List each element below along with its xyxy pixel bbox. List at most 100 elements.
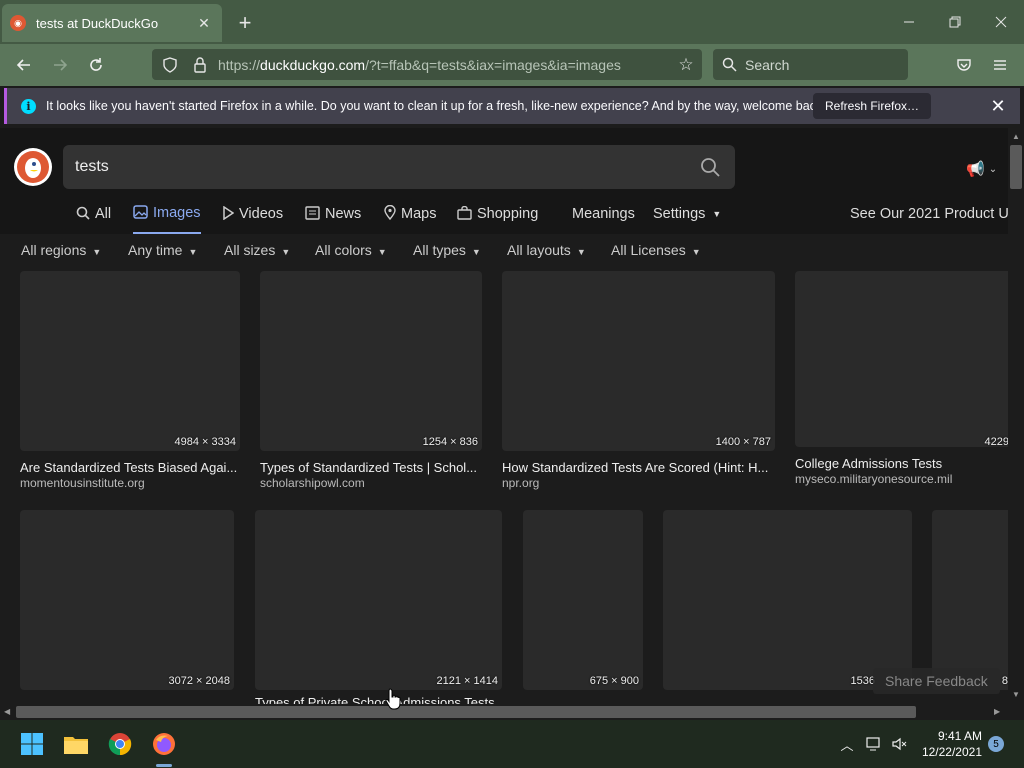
filter-color[interactable]: All colors ▼ bbox=[315, 242, 387, 258]
image-thumbnail[interactable] bbox=[20, 510, 234, 690]
forward-button[interactable] bbox=[46, 51, 74, 79]
image-thumbnail[interactable] bbox=[932, 510, 1008, 690]
notification-text: It looks like you haven't started Firefo… bbox=[46, 99, 826, 113]
url-text[interactable]: https://duckduckgo.com/?t=ffab&q=tests&i… bbox=[218, 57, 672, 73]
tab-meanings[interactable]: Meanings bbox=[572, 194, 635, 234]
image-source[interactable]: momentousinstitute.org bbox=[20, 476, 240, 490]
image-thumbnail[interactable] bbox=[795, 271, 1008, 447]
firefox-button[interactable] bbox=[146, 726, 182, 762]
tab-news[interactable]: News bbox=[305, 194, 361, 234]
speaker-muted-icon[interactable] bbox=[890, 734, 910, 754]
filter-time[interactable]: Any time ▼ bbox=[128, 242, 197, 258]
arrow-left-icon bbox=[16, 59, 30, 71]
image-dimensions: 3072 × 2048 bbox=[168, 675, 230, 687]
image-result[interactable]: 2121 × 1414 Types of Private School Admi… bbox=[255, 510, 502, 704]
lock-icon[interactable] bbox=[188, 53, 212, 77]
image-title[interactable]: Are Standardized Tests Biased Agai... bbox=[20, 460, 240, 475]
tab-shopping[interactable]: Shopping bbox=[457, 194, 538, 234]
ddg-search-box[interactable]: tests bbox=[63, 145, 735, 189]
file-explorer-button[interactable] bbox=[58, 726, 94, 762]
scroll-down-icon[interactable]: ▼ bbox=[1012, 690, 1020, 699]
filter-region[interactable]: All regions ▼ bbox=[21, 242, 101, 258]
scroll-left-icon[interactable]: ◀ bbox=[4, 707, 10, 716]
chrome-button[interactable] bbox=[102, 726, 138, 762]
system-clock[interactable]: 9:41 AM 12/22/2021 bbox=[912, 728, 982, 760]
filter-type[interactable]: All types ▼ bbox=[413, 242, 481, 258]
settings-dropdown[interactable]: Settings ▼ bbox=[653, 194, 721, 234]
caret-down-icon: ▼ bbox=[576, 247, 586, 257]
reload-button[interactable] bbox=[82, 51, 110, 79]
close-notification-icon[interactable]: ✕ bbox=[986, 94, 1010, 118]
image-title[interactable]: College Admissions Tests bbox=[795, 456, 1008, 471]
ddg-search-icon[interactable] bbox=[695, 152, 725, 182]
tab-images[interactable]: Images bbox=[133, 194, 201, 234]
image-title[interactable]: Types of Private School Admissions Tests bbox=[255, 695, 502, 704]
filter-license[interactable]: All Licenses ▼ bbox=[611, 242, 701, 258]
product-update-link[interactable]: See Our 2021 Product Up bbox=[850, 194, 1008, 234]
tab-all[interactable]: All bbox=[76, 194, 111, 234]
browser-toolbar: https://duckduckgo.com/?t=ffab&q=tests&i… bbox=[0, 44, 1024, 86]
image-result[interactable]: 3072 × 2048 bbox=[20, 510, 234, 704]
start-button[interactable] bbox=[14, 726, 50, 762]
filter-label: All types bbox=[413, 242, 466, 258]
notification-badge[interactable]: 5 bbox=[988, 736, 1004, 752]
pocket-icon bbox=[957, 59, 971, 71]
image-source[interactable]: myseco.militaryonesource.mil bbox=[795, 472, 1008, 486]
image-source[interactable]: npr.org bbox=[502, 476, 775, 490]
back-button[interactable] bbox=[10, 51, 38, 79]
horizontal-scroll-thumb[interactable] bbox=[16, 706, 916, 718]
vertical-scroll-thumb[interactable] bbox=[1010, 145, 1022, 189]
image-result[interactable]: 1400 × 787 How Standardized Tests Are Sc… bbox=[502, 271, 775, 491]
filter-layout[interactable]: All layouts ▼ bbox=[507, 242, 586, 258]
notification-bar: i It looks like you haven't started Fire… bbox=[4, 88, 1020, 124]
image-result[interactable]: 1254 × 836 Types of Standardized Tests |… bbox=[260, 271, 482, 491]
address-bar[interactable]: https://duckduckgo.com/?t=ffab&q=tests&i… bbox=[152, 49, 702, 80]
image-result[interactable]: 4984 × 3334 Are Standardized Tests Biase… bbox=[20, 271, 240, 491]
caret-down-icon: ▼ bbox=[712, 209, 722, 219]
image-thumbnail[interactable] bbox=[20, 271, 240, 451]
close-window-button[interactable] bbox=[986, 8, 1016, 36]
caret-down-icon: ▼ bbox=[188, 247, 198, 257]
minimize-button[interactable] bbox=[894, 8, 924, 36]
image-result[interactable]: 675 × 900 bbox=[523, 510, 643, 704]
menu-button[interactable] bbox=[986, 51, 1014, 79]
image-title[interactable]: Types of Standardized Tests | Schol... bbox=[260, 460, 482, 475]
search-verticals: All Images Videos News Maps Shopping Mea… bbox=[0, 194, 1008, 234]
image-thumbnail[interactable] bbox=[502, 271, 775, 451]
tab-maps[interactable]: Maps bbox=[384, 194, 436, 234]
image-dimensions: 675 × 900 bbox=[589, 675, 639, 687]
refresh-firefox-button[interactable]: Refresh Firefox… bbox=[813, 93, 932, 119]
search-bar[interactable]: Search bbox=[713, 49, 908, 80]
caret-down-icon: ▼ bbox=[281, 247, 291, 257]
filter-size[interactable]: All sizes ▼ bbox=[224, 242, 290, 258]
new-tab-button[interactable]: + bbox=[232, 10, 258, 36]
url-scheme: https:// bbox=[218, 56, 261, 73]
chevron-up-icon[interactable]: ︿ bbox=[837, 734, 857, 754]
image-source[interactable]: scholarshipowl.com bbox=[260, 476, 482, 490]
vertical-scrollbar[interactable]: ▲ ▼ bbox=[1008, 128, 1024, 704]
bookmark-star-icon[interactable]: ☆ bbox=[672, 51, 700, 79]
browser-tab[interactable]: ◉ tests at DuckDuckGo ✕ bbox=[2, 4, 222, 42]
search-icon bbox=[717, 53, 741, 77]
tab-videos[interactable]: Videos bbox=[222, 194, 283, 234]
duckduckgo-logo[interactable] bbox=[14, 148, 52, 186]
shield-icon[interactable] bbox=[158, 53, 182, 77]
image-thumbnail[interactable] bbox=[663, 510, 912, 690]
horizontal-scrollbar[interactable]: ◀ ▶ bbox=[0, 704, 1008, 720]
scroll-right-icon[interactable]: ▶ bbox=[994, 707, 1000, 716]
caret-down-icon: ▼ bbox=[471, 247, 481, 257]
megaphone-menu[interactable]: 📢 ⌄ bbox=[966, 158, 1008, 180]
share-feedback-button[interactable]: Share Feedback bbox=[873, 668, 1000, 694]
image-thumbnail[interactable] bbox=[255, 510, 502, 690]
clock-date: 12/22/2021 bbox=[921, 745, 982, 759]
image-thumbnail[interactable] bbox=[260, 271, 482, 451]
restore-button[interactable] bbox=[940, 8, 970, 36]
network-icon[interactable] bbox=[864, 734, 884, 754]
image-thumbnail[interactable] bbox=[523, 510, 643, 690]
scroll-up-icon[interactable]: ▲ bbox=[1012, 132, 1020, 141]
image-title[interactable]: How Standardized Tests Are Scored (Hint:… bbox=[502, 460, 775, 475]
image-result[interactable]: 4229 College Admissions Tests myseco.mil… bbox=[795, 271, 1008, 491]
ddg-search-input[interactable]: tests bbox=[75, 158, 695, 176]
close-tab-icon[interactable]: ✕ bbox=[194, 13, 214, 33]
pocket-button[interactable] bbox=[950, 51, 978, 79]
